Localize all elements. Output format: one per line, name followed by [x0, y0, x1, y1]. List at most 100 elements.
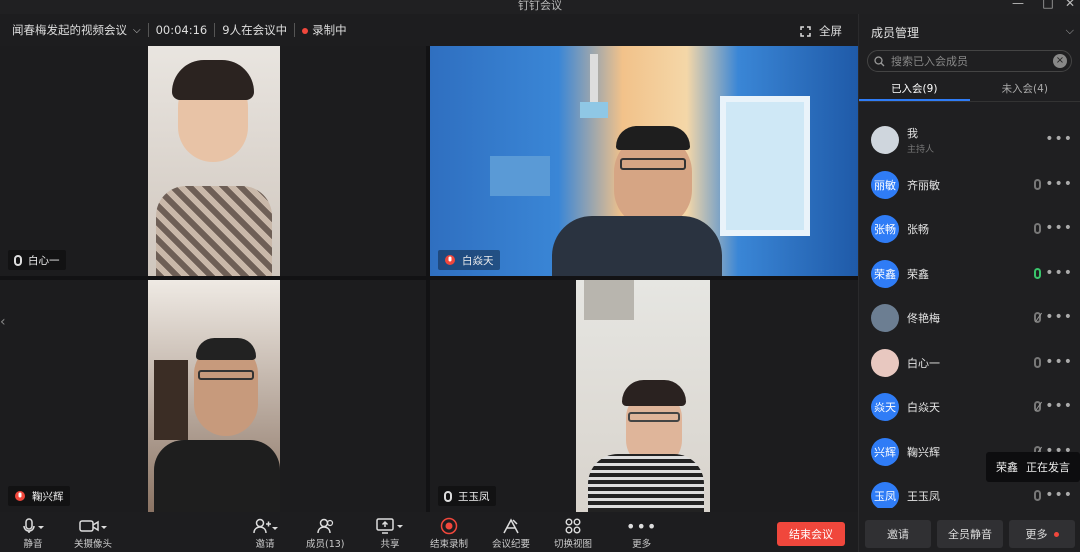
video-grid: 白心一 白焱天 鞠兴辉 王玉凤 ‹ — [0, 46, 858, 512]
mic-muted-icon[interactable] — [1034, 401, 1041, 412]
member-role: 主持人 — [907, 145, 935, 156]
tile-label: 白心一 — [8, 250, 66, 270]
share-button[interactable]: 共享 — [376, 516, 404, 550]
video-feed — [148, 280, 280, 512]
collapse-icon[interactable]: ⌵ — [1066, 24, 1074, 38]
notification-dot — [1053, 531, 1059, 537]
chevron-down-icon[interactable]: ⌵ — [133, 25, 141, 36]
mic-muted-icon[interactable] — [1034, 312, 1041, 323]
video-feed — [148, 46, 280, 276]
close-button[interactable]: ✕ — [1060, 0, 1080, 10]
meeting-duration: 00:04:16 — [155, 23, 208, 37]
avatar: 张畅 — [871, 215, 899, 244]
end-record-button[interactable]: 结束录制 — [430, 516, 468, 550]
window-title: 钉钉会议 — [518, 0, 562, 12]
member-row[interactable]: 张畅 张畅 ••• — [859, 207, 1080, 252]
tab-joined[interactable]: 已入会(9) — [859, 78, 970, 101]
member-name: 白焱天 — [907, 401, 940, 415]
avatar — [871, 126, 899, 155]
member-more-icon[interactable]: ••• — [1045, 398, 1073, 414]
tile-label: 白焱天 — [438, 250, 500, 270]
maximize-button[interactable]: □ — [1038, 0, 1058, 10]
tab-not-joined[interactable]: 未入会(4) — [970, 78, 1080, 101]
avatar: 玉凤 — [871, 482, 899, 508]
member-more-icon[interactable]: ••• — [1045, 309, 1073, 325]
avatar: 兴辉 — [871, 437, 899, 466]
panel-header: 成员管理 ⌵ — [871, 24, 1074, 40]
microphone-icon[interactable] — [1034, 223, 1041, 234]
member-more-icon[interactable]: ••• — [1045, 220, 1073, 236]
member-more-icon[interactable]: ••• — [1045, 354, 1073, 370]
search-icon — [874, 55, 885, 66]
microphone-icon[interactable] — [1034, 490, 1041, 501]
fullscreen-icon — [800, 25, 811, 37]
member-tabs: 已入会(9) 未入会(4) — [859, 78, 1080, 102]
member-row[interactable]: 焱天 白焱天 ••• — [859, 385, 1080, 430]
speaking-tooltip: 荣鑫 正在发言 — [986, 452, 1080, 482]
minimize-button[interactable]: — — [1008, 0, 1028, 10]
end-meeting-button[interactable]: 结束会议 — [777, 522, 845, 546]
panel-more-button[interactable]: 更多 — [1009, 520, 1075, 548]
video-tile-4[interactable]: 王玉凤 — [430, 280, 858, 512]
members-button[interactable]: 成员(13) — [306, 516, 345, 550]
panel-footer: 邀请 全员静音 更多 — [859, 516, 1080, 552]
member-name: 齐丽敏 — [907, 178, 940, 192]
invite-member-button[interactable]: 邀请 — [865, 520, 931, 548]
clear-icon[interactable]: × — [1053, 54, 1067, 68]
meeting-info-bar: 闻春梅发起的视频会议 ⌵ 00:04:16 9人在会议中 录制中 全屏 — [0, 14, 858, 46]
avatar — [871, 304, 899, 333]
collapse-arrow-icon[interactable]: ‹ — [0, 314, 14, 336]
divider — [147, 23, 149, 37]
mute-button[interactable]: 静音 — [22, 516, 44, 550]
avatar: 焱天 — [871, 393, 899, 422]
members-icon — [317, 518, 334, 534]
member-search-input[interactable]: 搜索已入会成员 × — [867, 50, 1072, 72]
speaking-icon — [445, 255, 455, 265]
member-name: 张畅 — [907, 223, 929, 237]
minutes-button[interactable]: 会议纪要 — [492, 516, 530, 550]
meeting-title[interactable]: 闻春梅发起的视频会议 — [12, 22, 127, 38]
microphone-icon — [14, 254, 22, 266]
speaking-icon — [15, 491, 25, 501]
record-dot-icon — [302, 28, 309, 34]
more-button[interactable]: ••• 更多 — [626, 516, 658, 551]
avatar: 荣鑫 — [871, 259, 899, 288]
member-more-icon[interactable]: ••• — [1045, 131, 1073, 147]
microphone-icon[interactable] — [1034, 356, 1041, 368]
microphone-icon[interactable] — [1034, 267, 1041, 279]
member-name: 白心一 — [907, 356, 940, 370]
member-more-icon[interactable]: ••• — [1045, 265, 1073, 281]
member-row[interactable]: 佟艳梅 ••• — [859, 296, 1080, 341]
switch-view-button[interactable]: 切换视图 — [554, 516, 592, 550]
member-row[interactable]: 丽敏 齐丽敏 ••• — [859, 163, 1080, 208]
attendance-count[interactable]: 9人在会议中 — [222, 22, 287, 38]
member-list: 我主持人 ••• 丽敏 齐丽敏 ••• 张畅 张畅 ••• 荣鑫 荣鑫 ••• 佟艳梅 ••• 白心一 ••… — [859, 118, 1080, 508]
meeting-toolbar: 静音 关摄像头 邀请 成员(13) 共享 结束录制 会议纪要 切换视图 ••• … — [0, 512, 858, 552]
microphone-icon — [444, 490, 452, 502]
avatar: 丽敏 — [871, 170, 899, 199]
member-row[interactable]: 我主持人 ••• — [859, 118, 1080, 163]
share-screen-icon — [376, 518, 403, 534]
member-row[interactable]: 白心一 ••• — [859, 341, 1080, 386]
mute-all-button[interactable]: 全员静音 — [937, 520, 1003, 548]
member-more-icon[interactable]: ••• — [1045, 487, 1073, 503]
video-tile-3[interactable]: 鞠兴辉 — [0, 280, 426, 512]
tile-label: 鞠兴辉 — [8, 486, 70, 506]
minutes-icon — [503, 518, 519, 534]
microphone-icon — [23, 518, 44, 533]
invite-button[interactable]: 邀请 — [252, 516, 278, 550]
video-tile-2[interactable]: 白焱天 — [430, 46, 858, 276]
camera-icon — [79, 520, 107, 532]
window-titlebar: 钉钉会议 — □ ✕ — [0, 0, 1080, 14]
camera-button[interactable]: 关摄像头 — [74, 516, 112, 550]
video-feed — [430, 46, 858, 276]
video-tile-1[interactable]: 白心一 — [0, 46, 426, 276]
member-name: 荣鑫 — [907, 267, 929, 281]
member-row[interactable]: 荣鑫 荣鑫 ••• — [859, 252, 1080, 297]
add-user-icon — [253, 518, 278, 534]
member-more-icon[interactable]: ••• — [1045, 176, 1073, 192]
divider — [214, 23, 216, 37]
microphone-icon[interactable] — [1034, 178, 1041, 190]
more-dots-icon: ••• — [626, 516, 658, 536]
fullscreen-button[interactable]: 全屏 — [800, 23, 842, 39]
